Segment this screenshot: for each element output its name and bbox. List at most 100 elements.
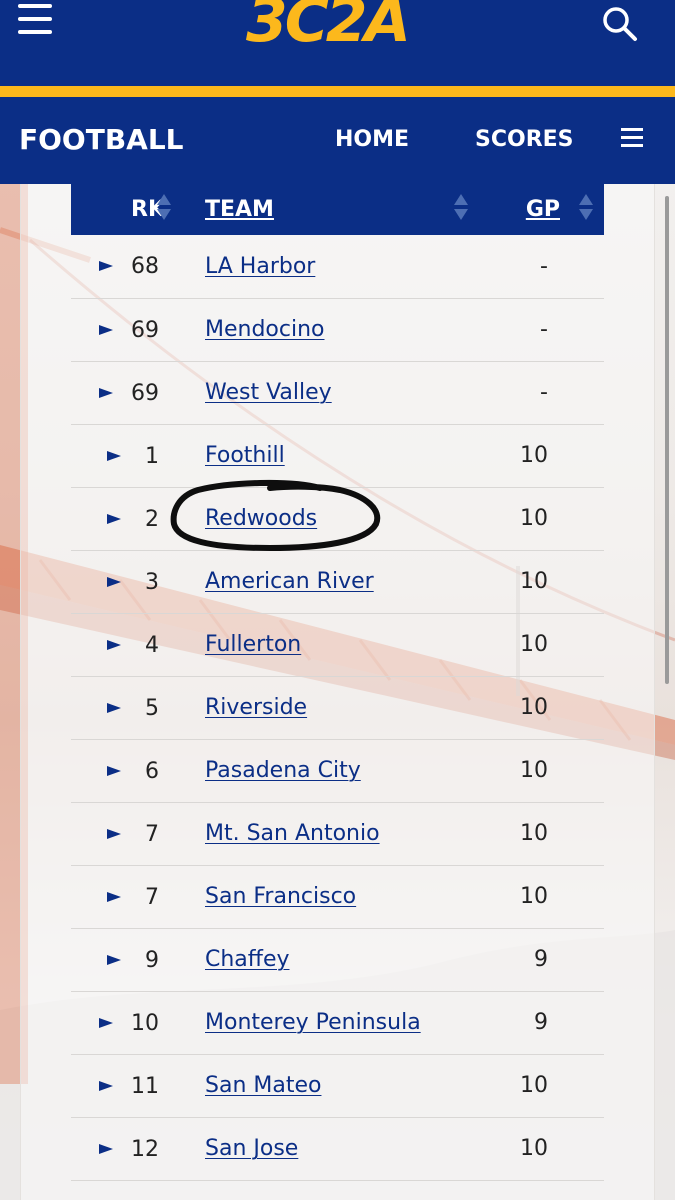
rank-cell: 9	[71, 928, 205, 991]
games-played-cell: 10	[520, 506, 548, 531]
column-header-team[interactable]: TEAM	[205, 184, 485, 235]
sort-icon[interactable]	[157, 192, 171, 226]
team-cell: San Francisco	[205, 865, 485, 928]
nav-link-home[interactable]: HOME	[335, 127, 409, 152]
games-played-cell: 10	[520, 632, 548, 657]
expand-row-icon[interactable]	[107, 639, 121, 650]
rank-value: 10	[131, 1010, 159, 1036]
table-row[interactable]: 1 Foothill 10	[71, 424, 604, 487]
rank-cell: 69	[71, 298, 205, 361]
expand-row-icon[interactable]	[99, 261, 113, 271]
team-cell: Fullerton	[205, 613, 485, 676]
table-row[interactable]: 69 Mendocino -	[71, 298, 604, 361]
team-link[interactable]: San Jose	[205, 1136, 298, 1161]
expand-row-icon[interactable]	[99, 1080, 113, 1091]
rank-value: 5	[145, 695, 159, 721]
rank-cell: 7	[71, 865, 205, 928]
team-link[interactable]: Foothill	[205, 443, 285, 468]
expand-row-icon[interactable]	[107, 891, 121, 902]
team-cell: Chaffey	[205, 928, 485, 991]
table-row[interactable]: 3 American River 10	[71, 550, 604, 613]
team-cell: Foothill	[205, 424, 485, 487]
table-row[interactable]: 5 Riverside 10	[71, 676, 604, 739]
rank-cell: 5	[71, 676, 205, 739]
section-menu-icon[interactable]	[621, 128, 643, 148]
team-cell: West Valley	[205, 361, 485, 424]
table-row[interactable]: 4 Fullerton 10	[71, 613, 604, 676]
table-row[interactable]: 2 Redwoods 10	[71, 487, 604, 550]
column-header-rk[interactable]: RK	[71, 184, 205, 235]
team-link[interactable]: West Valley	[205, 380, 332, 405]
nav-link-scores[interactable]: SCORES	[475, 127, 574, 152]
expand-row-icon[interactable]	[107, 765, 121, 776]
expand-row-icon[interactable]	[107, 576, 121, 587]
column-header-gp[interactable]: GP	[485, 184, 604, 235]
header-gold-divider	[0, 86, 675, 97]
rank-cell: 11	[71, 1054, 205, 1117]
games-played-cell: 9	[534, 1010, 548, 1035]
games-played-cell: 10	[520, 569, 548, 594]
rank-cell: 68	[71, 235, 205, 298]
rank-value: 69	[131, 380, 159, 406]
team-cell: Monterey Peninsula	[205, 991, 485, 1054]
team-link[interactable]: Mt. San Antonio	[205, 821, 380, 846]
rank-cell: 2	[71, 487, 205, 550]
expand-row-icon[interactable]	[107, 954, 121, 965]
sort-icon[interactable]	[454, 192, 468, 226]
table-row[interactable]: 7 San Francisco 10	[71, 865, 604, 928]
team-link[interactable]: Chaffey	[205, 947, 290, 972]
rank-cell: 3	[71, 550, 205, 613]
table-header-row: RK TEAM GP	[71, 184, 604, 235]
table-row[interactable]: 11 San Mateo 10	[71, 1054, 604, 1117]
team-link[interactable]: Redwoods	[205, 506, 317, 531]
team-link[interactable]: American River	[205, 569, 374, 594]
table-row[interactable]: 9 Chaffey 9	[71, 928, 604, 991]
table-row[interactable]: 6 Pasadena City 10	[71, 739, 604, 802]
top-header-bar: 3C2A	[0, 0, 675, 86]
expand-row-icon[interactable]	[107, 513, 121, 524]
games-played-cell: 10	[520, 821, 548, 846]
table-row[interactable]: 10 Monterey Peninsula 9	[71, 991, 604, 1054]
expand-row-icon[interactable]	[99, 1017, 113, 1028]
search-icon[interactable]	[600, 4, 640, 44]
hamburger-icon[interactable]	[18, 4, 52, 36]
team-link[interactable]: San Mateo	[205, 1073, 321, 1098]
games-played-cell: -	[540, 380, 548, 405]
team-link[interactable]: San Francisco	[205, 884, 356, 909]
team-link[interactable]: Riverside	[205, 695, 307, 720]
team-link[interactable]: Monterey Peninsula	[205, 1010, 421, 1035]
scrollbar[interactable]	[665, 196, 669, 684]
rank-cell: 10	[71, 991, 205, 1054]
table-row[interactable]: 7 Mt. San Antonio 10	[71, 802, 604, 865]
expand-row-icon[interactable]	[107, 450, 121, 461]
team-cell: Pasadena City	[205, 739, 485, 802]
sort-icon[interactable]	[579, 192, 593, 226]
team-link[interactable]: LA Harbor	[205, 254, 315, 279]
team-link[interactable]: Fullerton	[205, 632, 301, 657]
rank-value: 3	[145, 569, 159, 595]
expand-row-icon[interactable]	[107, 702, 121, 713]
games-played-cell: 10	[520, 1136, 548, 1161]
table-row[interactable]: 69 West Valley -	[71, 361, 604, 424]
games-played-cell: 10	[520, 443, 548, 468]
expand-row-icon[interactable]	[107, 828, 121, 839]
table-row[interactable]: 12 San Jose 10	[71, 1117, 604, 1180]
team-link[interactable]: Pasadena City	[205, 758, 361, 783]
games-played-cell: -	[540, 253, 548, 279]
team-cell: Riverside	[205, 676, 485, 739]
site-logo[interactable]: 3C2A	[246, 0, 411, 52]
rank-cell: 7	[71, 802, 205, 865]
games-played-cell: 9	[534, 947, 548, 972]
rank-value: 2	[145, 506, 159, 532]
rank-value: 12	[131, 1136, 159, 1162]
rank-value: 7	[145, 884, 159, 910]
expand-row-icon[interactable]	[99, 324, 113, 335]
expand-row-icon[interactable]	[99, 1143, 113, 1154]
expand-row-icon[interactable]	[99, 387, 113, 398]
team-cell: LA Harbor	[205, 235, 485, 298]
team-link[interactable]: Mendocino	[205, 317, 325, 342]
table-row[interactable]: 68 LA Harbor -	[71, 235, 604, 298]
team-cell: Mt. San Antonio	[205, 802, 485, 865]
games-played-cell: 10	[520, 884, 548, 909]
team-cell: San Jose	[205, 1117, 485, 1180]
